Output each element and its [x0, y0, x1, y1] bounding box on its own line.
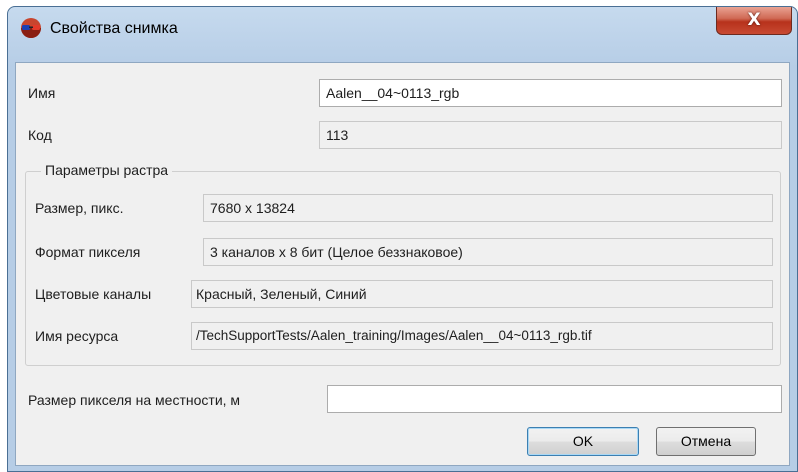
- raster-params-title: Параметры растра: [41, 162, 173, 178]
- code-label: Код: [28, 127, 52, 143]
- color-channels-field: Красный, Зеленый, Синий: [191, 280, 773, 308]
- resource-name-field: /TechSupportTests/Aalen_training/Images/…: [191, 322, 773, 350]
- ground-pixel-size-label: Размер пикселя на местности, м: [28, 392, 241, 408]
- pixel-format-field: 3 каналов x 8 бит (Целое беззнаковое): [203, 238, 773, 266]
- raster-params-group: Параметры растра Размер, пикс. 7680 x 13…: [25, 162, 781, 366]
- dialog-content: Имя Aalen__04~0113_rgb Код 113 Параметры…: [15, 62, 790, 466]
- pixel-format-label: Формат пикселя: [35, 244, 141, 260]
- ok-button[interactable]: OK: [527, 427, 639, 456]
- dialog-title: Свойства снимка: [50, 20, 178, 37]
- resource-name-label: Имя ресурса: [35, 328, 119, 344]
- name-input[interactable]: Aalen__04~0113_rgb: [319, 79, 782, 107]
- anaglyph-glasses-icon: [21, 18, 41, 38]
- cancel-button[interactable]: Отмена: [656, 427, 756, 456]
- title-bar[interactable]: Свойства снимка X: [8, 7, 797, 55]
- code-field: 113: [319, 121, 782, 149]
- close-button[interactable]: X: [716, 7, 792, 35]
- ground-pixel-size-input[interactable]: [327, 385, 782, 413]
- raster-size-label: Размер, пикс.: [35, 200, 124, 216]
- name-label: Имя: [28, 85, 56, 101]
- color-channels-label: Цветовые каналы: [35, 286, 152, 302]
- raster-size-field: 7680 x 13824: [203, 194, 773, 222]
- dialog-window: Свойства снимка X Имя Aalen__04~0113_rgb…: [7, 6, 798, 472]
